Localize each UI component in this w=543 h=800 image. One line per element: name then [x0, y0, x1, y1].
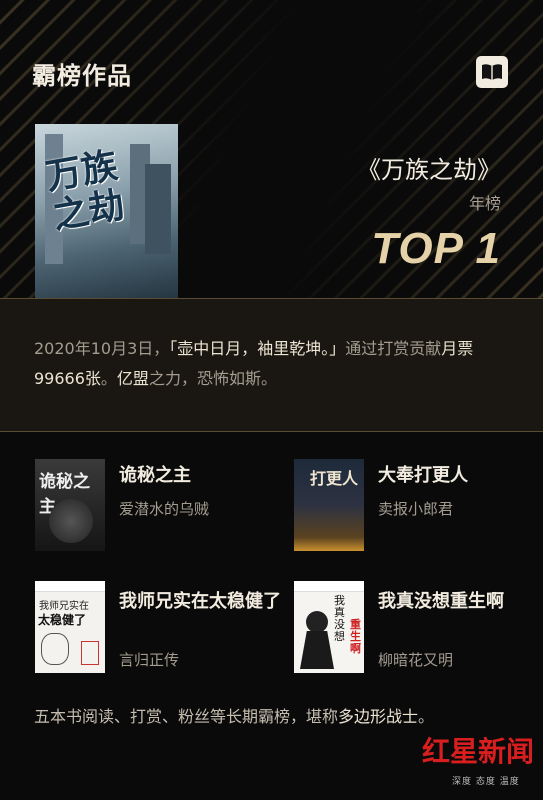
- hero-book-title[interactable]: 《万族之劫》: [357, 150, 501, 185]
- book-cover-dafeng[interactable]: 打更人: [294, 459, 364, 551]
- hero-book-cover[interactable]: 万族之劫: [35, 124, 178, 299]
- brand-tagline: 深度 态度 温度: [452, 777, 520, 787]
- book-cover-shixiong[interactable]: 我师兄实在 太稳健了: [35, 581, 105, 673]
- book-title-shixiong[interactable]: 我师兄实在太稳健了: [119, 588, 281, 616]
- page-title: 霸榜作品: [32, 62, 132, 90]
- book-author-shixiong: 言归正传: [119, 651, 180, 669]
- book-title-chongsheng[interactable]: 我真没想重生啊: [378, 588, 504, 616]
- book-title-dafeng[interactable]: 大奉打更人: [378, 462, 468, 490]
- book-app-icon[interactable]: [476, 56, 508, 88]
- hero-cover-title: 万族之劫: [42, 144, 128, 238]
- hero-rank-badge: TOP 1: [371, 224, 501, 273]
- book-cover-chongsheng[interactable]: 我真没想 重生啊: [294, 581, 364, 673]
- hero-list-name: 年榜: [468, 194, 501, 213]
- description-text: 2020年10月3日，「壶中日月，袖里乾坤。」通过打赏贡献月票99666张。亿盟…: [34, 339, 474, 388]
- book-title-guimi[interactable]: 诡秘之主: [119, 462, 191, 490]
- summary-text: 五本书阅读、打赏、粉丝等长期霸榜，堪称多边形战士。: [34, 707, 435, 726]
- book-author-chongsheng: 柳暗花又明: [378, 651, 454, 669]
- brand-watermark: 红星新闻 深度 态度 温度: [400, 730, 540, 792]
- brand-logo: 红星新闻: [422, 735, 535, 768]
- book-author-dafeng: 卖报小郎君: [378, 500, 454, 518]
- book-cover-guimi[interactable]: 诡秘之主: [35, 459, 105, 551]
- book-author-guimi: 爱潜水的乌贼: [119, 500, 210, 518]
